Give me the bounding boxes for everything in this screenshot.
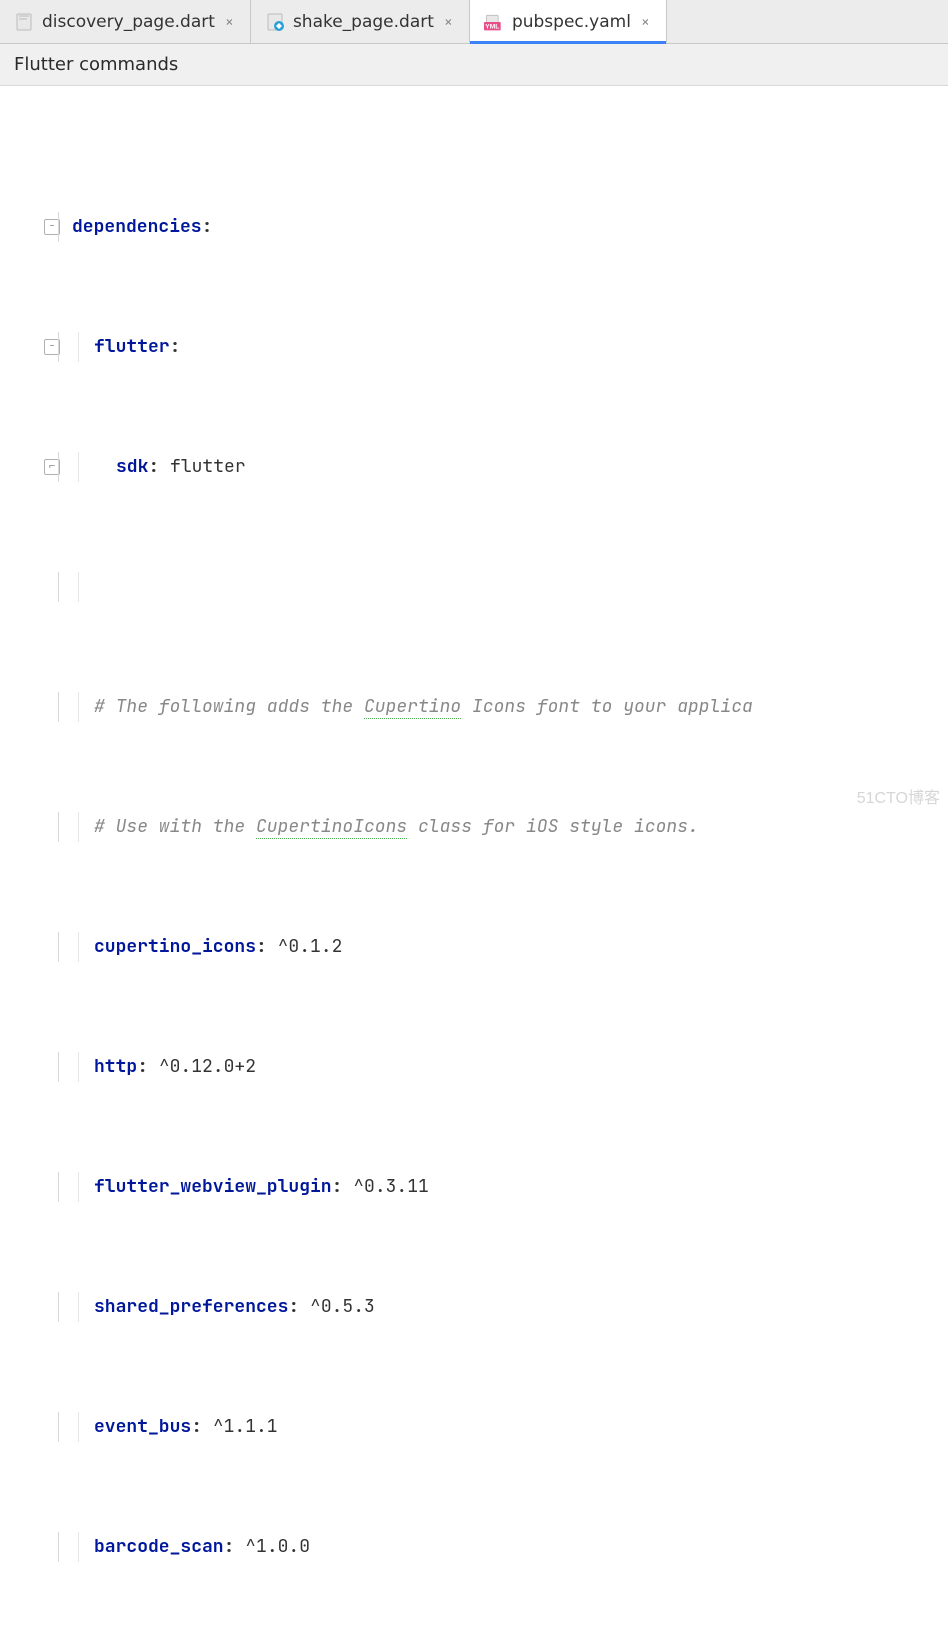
tabs-bar: discovery_page.dart × shake_page.dart × …: [0, 0, 948, 44]
tab-shake-page[interactable]: shake_page.dart ×: [251, 0, 470, 43]
code-line[interactable]: # Use with the CupertinoIcons class for …: [0, 812, 948, 842]
yaml-value: ^0.3.11: [353, 1172, 429, 1202]
code-line[interactable]: event_bus: ^1.1.1: [0, 1412, 948, 1442]
code-line[interactable]: ⌐ sdk: flutter: [0, 452, 948, 482]
code-editor[interactable]: − dependencies: − flutter: ⌐ sdk: flutte…: [0, 86, 948, 1628]
yaml-key: flutter_webview_plugin: [94, 1172, 332, 1202]
yml-file-icon: YML: [484, 12, 504, 32]
close-icon[interactable]: ×: [442, 12, 455, 32]
yaml-key: dependencies: [72, 212, 202, 242]
tab-discovery-page[interactable]: discovery_page.dart ×: [0, 0, 251, 43]
yaml-value: ^1.1.1: [213, 1412, 278, 1442]
yaml-key: sdk: [116, 452, 148, 482]
yaml-value: ^0.1.2: [278, 932, 343, 962]
yaml-key: flutter: [94, 332, 170, 362]
tab-pubspec-yaml[interactable]: YML pubspec.yaml ×: [470, 0, 667, 43]
svg-text:YML: YML: [485, 23, 499, 30]
dart-file-icon: [14, 12, 34, 32]
code-line[interactable]: http: ^0.12.0+2: [0, 1052, 948, 1082]
code-line[interactable]: [0, 572, 948, 602]
yaml-value: flutter: [170, 452, 246, 482]
code-line[interactable]: # The following adds the Cupertino Icons…: [0, 692, 948, 722]
gutter: [0, 86, 68, 1628]
tab-label: discovery_page.dart: [42, 12, 215, 32]
flutter-commands-bar[interactable]: Flutter commands: [0, 44, 948, 86]
code-line[interactable]: barcode_scan: ^1.0.0: [0, 1532, 948, 1562]
yaml-key: cupertino_icons: [94, 932, 256, 962]
yaml-key: event_bus: [94, 1412, 191, 1442]
code-line[interactable]: − dependencies:: [0, 212, 948, 242]
comment: # The following adds the Cupertino Icons…: [94, 692, 753, 722]
comment: # Use with the CupertinoIcons class for …: [94, 812, 699, 842]
yaml-key: shared_preferences: [94, 1292, 288, 1322]
close-icon[interactable]: ×: [223, 12, 236, 32]
yaml-value: ^1.0.0: [245, 1532, 310, 1562]
code-line[interactable]: − flutter:: [0, 332, 948, 362]
code-line[interactable]: cupertino_icons: ^0.1.2: [0, 932, 948, 962]
close-icon[interactable]: ×: [639, 12, 652, 32]
yaml-value: ^0.5.3: [310, 1292, 375, 1322]
tab-label: shake_page.dart: [293, 12, 434, 32]
yaml-value: ^0.12.0+2: [159, 1052, 256, 1082]
yaml-key: http: [94, 1052, 137, 1082]
watermark: 51CTO博客: [857, 784, 940, 808]
code-line[interactable]: shared_preferences: ^0.5.3: [0, 1292, 948, 1322]
dart-file-icon: [265, 12, 285, 32]
yaml-key: barcode_scan: [94, 1532, 224, 1562]
tab-label: pubspec.yaml: [512, 12, 631, 32]
code-line[interactable]: flutter_webview_plugin: ^0.3.11: [0, 1172, 948, 1202]
